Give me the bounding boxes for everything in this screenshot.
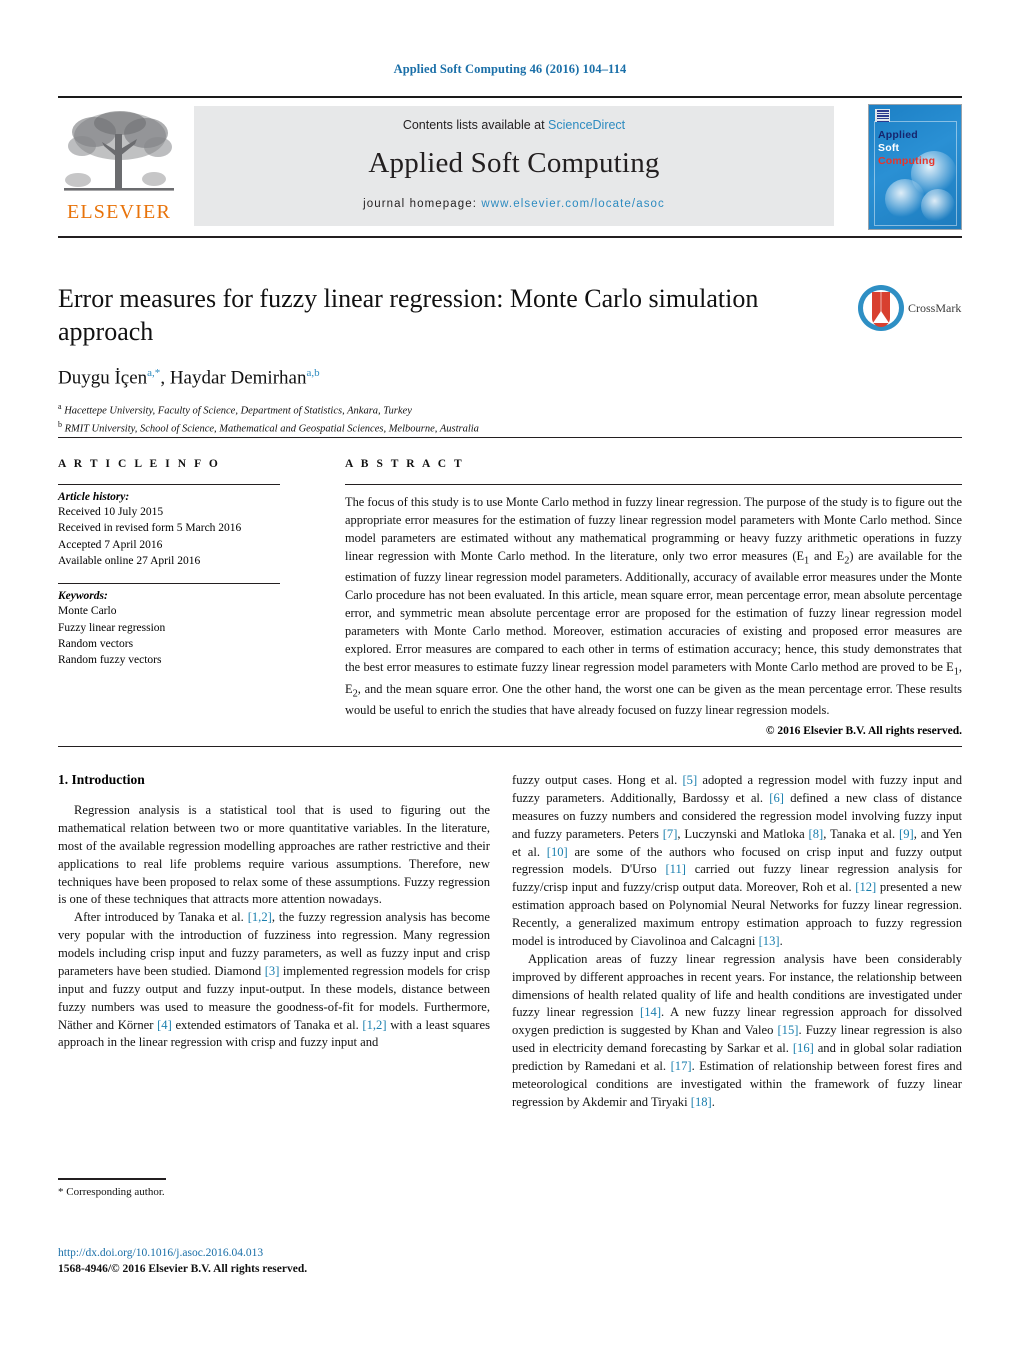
citation-link[interactable]: [4]	[157, 1018, 172, 1032]
citation-link[interactable]: [5]	[682, 773, 697, 787]
abstract-column: A B S T R A C T The focus of this study …	[345, 458, 962, 737]
info-section-top-rule	[58, 437, 962, 438]
citation-link[interactable]: [3]	[265, 964, 280, 978]
footnote-rule	[58, 1178, 166, 1180]
keywords-label: Keywords:	[58, 590, 108, 603]
paragraph: fuzzy output cases. Hong et al. [5] adop…	[512, 773, 962, 948]
author-name: Duygu İçen	[58, 366, 148, 388]
cover-title-line-2: Soft	[878, 142, 900, 154]
crossmark-badge[interactable]: CrossMark	[856, 283, 962, 339]
affiliation-text: Hacettepe University, Faculty of Science…	[64, 405, 412, 417]
citation-link[interactable]: [18]	[691, 1095, 712, 1109]
journal-homepage-line: journal homepage: www.elsevier.com/locat…	[194, 198, 834, 210]
affiliation-list: a Hacettepe University, Faculty of Scien…	[58, 401, 848, 438]
contents-available-line: Contents lists available at ScienceDirec…	[194, 118, 834, 132]
cover-title-line-1: Applied	[878, 129, 918, 141]
keyword-item: Monte Carlo	[58, 605, 117, 618]
citation-link[interactable]: [8]	[809, 827, 824, 841]
cover-publisher-badge-icon	[875, 109, 890, 122]
keyword-item: Fuzzy linear regression	[58, 621, 166, 634]
corresponding-author-note: * Corresponding author.	[58, 1186, 488, 1198]
masthead-top-rule	[58, 96, 962, 98]
citation-link[interactable]: [13]	[759, 934, 780, 948]
article-info-rule	[58, 484, 280, 485]
body-column-left: 1. Introduction Regression analysis is a…	[58, 772, 490, 1052]
article-history-label: Article history:	[58, 491, 130, 503]
abstract-heading: A B S T R A C T	[345, 458, 465, 470]
affiliation-marker: b	[58, 420, 62, 430]
issn-copyright-line: 1568-4946/© 2016 Elsevier B.V. All right…	[58, 1263, 308, 1276]
paragraph: After introduced by Tanaka et al. [1,2],…	[58, 910, 490, 1050]
keywords-rule	[58, 583, 280, 585]
paragraph: Regression analysis is a statistical too…	[58, 803, 490, 907]
author-list: Duygu İçena,*, Haydar Demirhana,b	[58, 367, 848, 389]
citation-link[interactable]: [14]	[640, 1005, 661, 1019]
abstract-bottom-rule	[58, 746, 962, 747]
journal-masthead: ELSEVIER Contents lists available at Sci…	[58, 104, 962, 230]
article-history-item: Received in revised form 5 March 2016	[58, 522, 242, 535]
article-history-item: Available online 27 April 2016	[58, 554, 201, 567]
page-title: Error measures for fuzzy linear regressi…	[58, 284, 759, 347]
article-info-column: A R T I C L E I N F O Article history: R…	[58, 458, 308, 669]
affiliation-item: b RMIT University, School of Science, Ma…	[58, 419, 848, 437]
page-footer: http://dx.doi.org/10.1016/j.asoc.2016.04…	[58, 1245, 558, 1278]
paragraph: Application areas of fuzzy linear regres…	[512, 951, 963, 1109]
citation-link[interactable]: [12]	[855, 880, 876, 894]
citation-link[interactable]: [11]	[665, 862, 686, 876]
corresponding-author-text: Corresponding author.	[66, 1186, 165, 1198]
elsevier-logo: ELSEVIER	[58, 106, 180, 226]
corresponding-author-marker: *	[58, 1186, 64, 1198]
journal-homepage-link[interactable]: www.elsevier.com/locate/asoc	[481, 198, 665, 210]
citation-link[interactable]: [9]	[899, 827, 914, 841]
section-heading-introduction: 1. Introduction	[58, 772, 145, 787]
journal-cover-thumbnail: Applied Soft Computing	[868, 104, 962, 230]
abstract-text: The focus of this study is to use Monte …	[345, 495, 962, 718]
cover-blob-decoration	[921, 189, 955, 223]
citation-link[interactable]: [15]	[777, 1023, 798, 1037]
citation-link[interactable]: [16]	[793, 1041, 814, 1055]
masthead-center-panel: Contents lists available at ScienceDirec…	[194, 106, 834, 226]
doi-link[interactable]: http://dx.doi.org/10.1016/j.asoc.2016.04…	[58, 1245, 558, 1261]
homepage-prefix: journal homepage:	[363, 198, 482, 210]
citation-link[interactable]: [6]	[769, 791, 784, 805]
abstract-copyright: © 2016 Elsevier B.V. All rights reserved…	[765, 725, 962, 738]
citation-link[interactable]: [10]	[547, 845, 568, 859]
article-info-heading: A R T I C L E I N F O	[58, 458, 221, 470]
masthead-bottom-rule	[58, 236, 962, 238]
keyword-item: Random fuzzy vectors	[58, 654, 162, 667]
journal-article-first-page: Applied Soft Computing 46 (2016) 104–114	[0, 0, 1020, 1351]
cover-blob-decoration	[885, 179, 925, 219]
author-affiliation-marker: a,*	[147, 366, 161, 379]
affiliation-text: RMIT University, School of Science, Math…	[64, 423, 479, 435]
abstract-rule	[345, 484, 962, 485]
citation-link[interactable]: [1,2]	[248, 910, 272, 924]
keyword-item: Random vectors	[58, 637, 134, 650]
citation-link[interactable]: [1,2]	[362, 1018, 386, 1032]
article-title-block: Error measures for fuzzy linear regressi…	[58, 282, 848, 437]
sciencedirect-link[interactable]: ScienceDirect	[548, 118, 625, 132]
affiliation-item: a Hacettepe University, Faculty of Scien…	[58, 401, 848, 419]
running-head: Applied Soft Computing 46 (2016) 104–114	[393, 62, 627, 76]
article-history-item: Received 10 July 2015	[58, 506, 164, 518]
author-affiliation-marker: a,b	[306, 366, 320, 379]
elsevier-wordmark: ELSEVIER	[66, 201, 172, 223]
journal-title: Applied Soft Computing	[368, 147, 660, 179]
author-separator: ,	[160, 366, 170, 388]
body-column-right: fuzzy output cases. Hong et al. [5] adop…	[512, 772, 962, 1112]
article-history-item: Accepted 7 April 2016	[58, 538, 163, 551]
crossmark-icon	[858, 285, 904, 331]
cover-title-line-3: Computing	[878, 155, 936, 167]
citation-link[interactable]: [7]	[663, 827, 678, 841]
contents-prefix: Contents lists available at	[402, 118, 549, 132]
citation-link[interactable]: [17]	[671, 1059, 692, 1073]
crossmark-label: CrossMark	[908, 301, 962, 315]
affiliation-marker: a	[58, 401, 62, 411]
author-name: Haydar Demirhan	[169, 366, 307, 388]
